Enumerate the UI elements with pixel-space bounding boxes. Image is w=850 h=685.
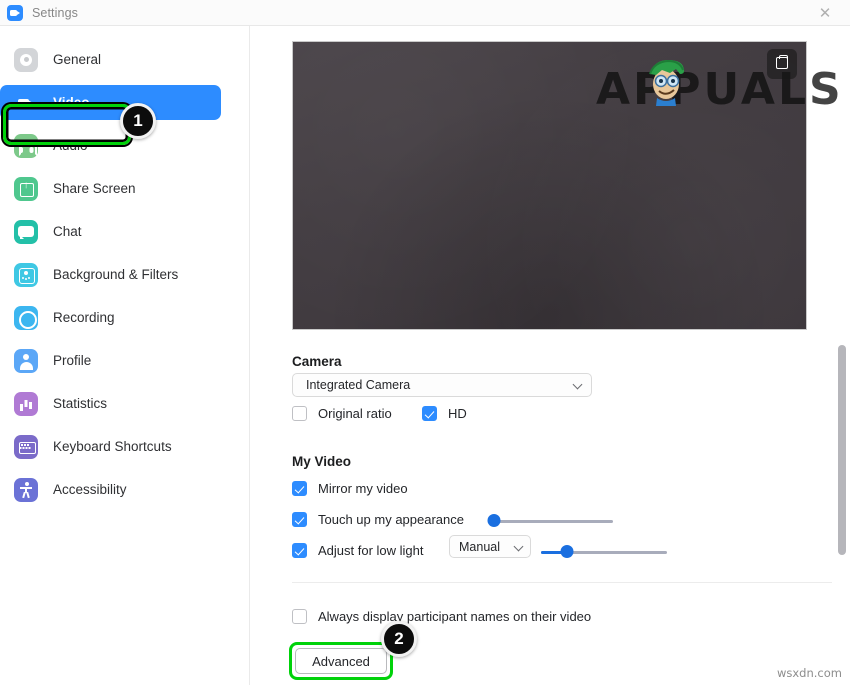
mirror-my-video-checkbox[interactable] (292, 481, 307, 496)
always-display-names-label: Always display participant names on thei… (318, 609, 592, 624)
zoom-logo-icon (7, 4, 23, 21)
sidebar-item-background-filters[interactable]: Background & Filters (0, 257, 221, 292)
original-ratio-row[interactable]: Original ratio (292, 406, 392, 421)
bar-chart-icon (14, 391, 38, 416)
adjust-low-light-label: Adjust for low light (318, 543, 424, 558)
site-watermark: wsxdn.com (776, 666, 842, 680)
record-circle-icon (14, 305, 38, 330)
always-display-names-checkbox[interactable] (292, 609, 307, 624)
video-preview: APPUALS (292, 41, 841, 330)
step-badge-2: 2 (381, 621, 417, 657)
low-light-mode-select[interactable]: Manual (449, 535, 531, 558)
sidebar-item-label: Profile (53, 353, 92, 368)
low-light-slider[interactable] (541, 545, 667, 559)
sidebar-item-label: Statistics (53, 396, 108, 411)
headphones-icon (14, 133, 38, 158)
my-video-section-title: My Video (292, 454, 352, 469)
sidebar-item-label: Video (53, 95, 90, 110)
low-light-mode-value: Manual (459, 539, 500, 554)
gear-icon (14, 47, 38, 72)
mirror-my-video-label: Mirror my video (318, 481, 408, 496)
sidebar-item-chat[interactable]: Chat (0, 214, 221, 249)
person-icon (14, 348, 38, 373)
hd-row[interactable]: HD (422, 406, 467, 421)
chat-bubble-icon (14, 219, 38, 244)
slider-track (491, 520, 613, 523)
scrollbar-thumb[interactable] (838, 345, 846, 555)
video-settings-panel: APPUALS Camera Integrated Camera Origina… (251, 26, 850, 685)
sidebar-item-label: Audio (53, 138, 88, 153)
sidebar-item-general[interactable]: General (0, 42, 221, 77)
sidebar-item-label: Chat (53, 224, 82, 239)
slider-thumb[interactable] (487, 514, 501, 527)
appuals-mascot-icon (649, 59, 684, 106)
adjust-low-light-checkbox[interactable] (292, 543, 307, 558)
step-badge-1: 1 (120, 103, 156, 139)
adjust-low-light-row[interactable]: Adjust for low light (292, 543, 424, 558)
picture-in-picture-icon[interactable] (767, 49, 797, 79)
sidebar-item-label: Accessibility (53, 482, 127, 497)
vertical-scrollbar[interactable] (838, 34, 846, 677)
window-title: Settings (32, 5, 78, 20)
hd-label: HD (448, 406, 467, 421)
touch-up-appearance-checkbox[interactable] (292, 512, 307, 527)
sidebar-item-label: Keyboard Shortcuts (53, 439, 172, 454)
touch-up-appearance-label: Touch up my appearance (318, 512, 464, 527)
sidebar-item-statistics[interactable]: Statistics (0, 386, 221, 421)
sidebar-item-keyboard-shortcuts[interactable]: Keyboard Shortcuts (0, 429, 221, 464)
mirror-my-video-row[interactable]: Mirror my video (292, 481, 408, 496)
advanced-button[interactable]: Advanced (295, 648, 387, 674)
section-divider (292, 582, 832, 583)
camera-select[interactable]: Integrated Camera (292, 373, 592, 397)
always-display-names-row[interactable]: Always display participant names on thei… (292, 609, 591, 624)
accessibility-icon (14, 477, 38, 502)
sidebar-item-label: Share Screen (53, 181, 136, 196)
settings-window: Settings ✕ General Video Audio Share Scr… (0, 0, 850, 685)
video-camera-icon (14, 91, 38, 115)
background-icon (14, 262, 38, 287)
sidebar-item-video[interactable]: Video (0, 85, 221, 120)
chevron-down-icon (514, 542, 524, 552)
keyboard-icon (14, 434, 38, 459)
sidebar-item-label: General (53, 52, 102, 67)
sidebar-item-share-screen[interactable]: Share Screen (0, 171, 221, 206)
title-bar: Settings ✕ (0, 0, 850, 26)
original-ratio-checkbox[interactable] (292, 406, 307, 421)
original-ratio-label: Original ratio (318, 406, 392, 421)
sidebar-item-accessibility[interactable]: Accessibility (0, 472, 221, 507)
share-screen-icon (14, 176, 38, 201)
appuals-watermark: APPUALS (596, 64, 844, 115)
camera-select-value: Integrated Camera (306, 378, 411, 392)
close-icon[interactable]: ✕ (810, 3, 840, 23)
touch-up-appearance-row[interactable]: Touch up my appearance (292, 512, 464, 527)
sidebar-item-label: Recording (53, 310, 115, 325)
camera-section-title: Camera (292, 354, 342, 369)
sidebar-item-label: Background & Filters (53, 267, 179, 282)
touch-up-slider[interactable] (487, 514, 613, 528)
sidebar-item-audio[interactable]: Audio (0, 128, 221, 163)
chevron-down-icon (573, 380, 583, 390)
hd-checkbox[interactable] (422, 406, 437, 421)
sidebar-item-recording[interactable]: Recording (0, 300, 221, 335)
slider-thumb[interactable] (560, 545, 574, 558)
sidebar-item-profile[interactable]: Profile (0, 343, 221, 378)
